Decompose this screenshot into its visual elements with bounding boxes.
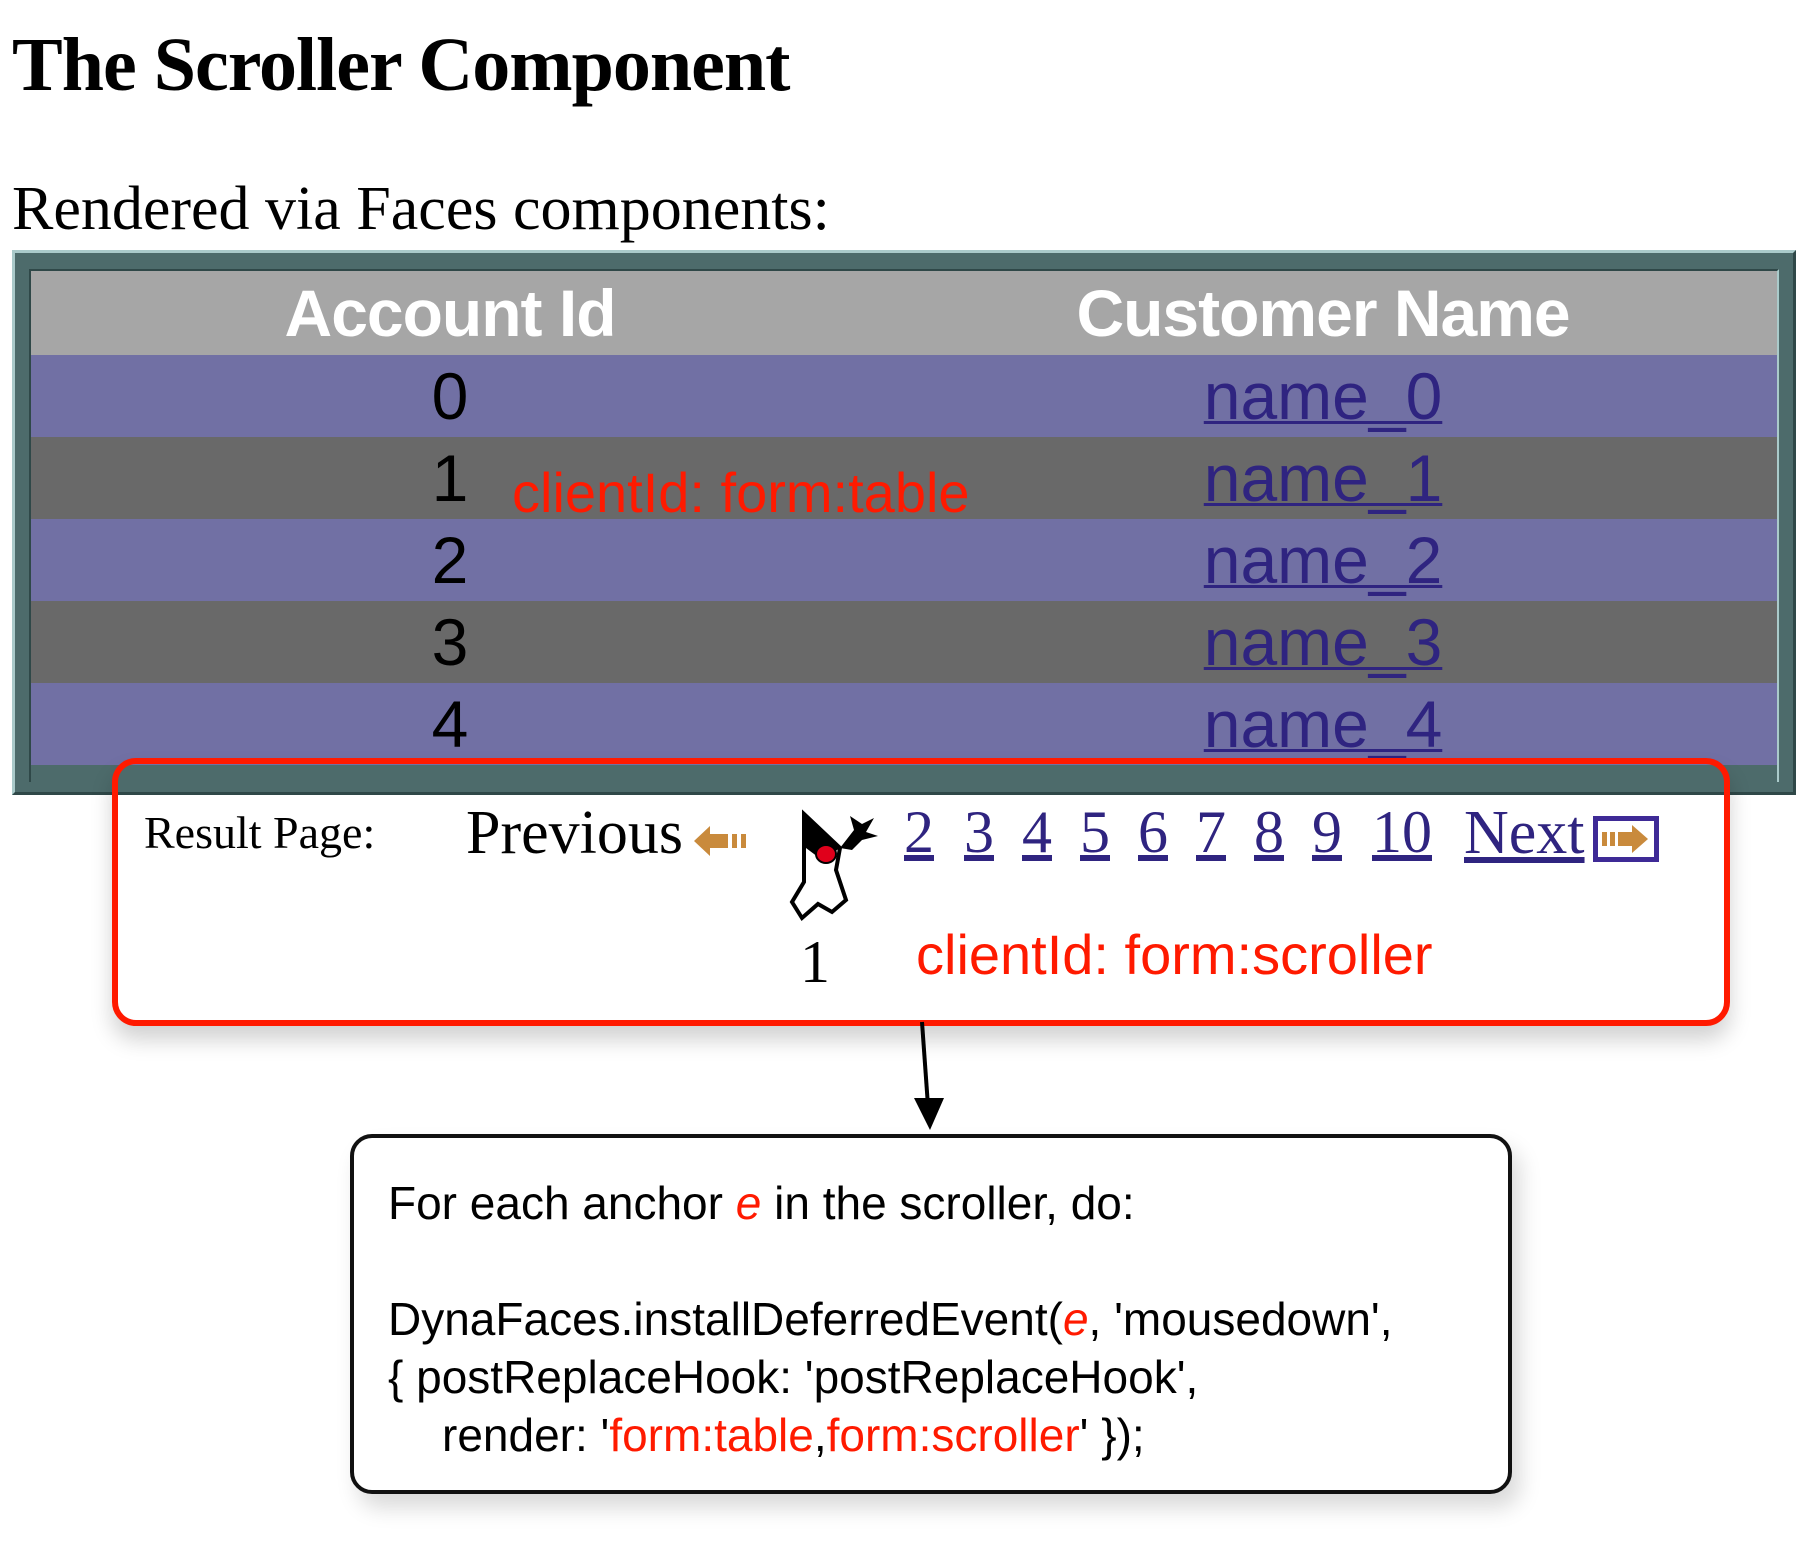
page-link-10[interactable]: 10 xyxy=(1372,798,1432,867)
customer-name-link[interactable]: name_2 xyxy=(1204,523,1443,597)
page-link-3[interactable]: 3 xyxy=(964,798,994,867)
table-row: 3 name_3 xyxy=(31,601,1777,683)
page-link-2[interactable]: 2 xyxy=(904,798,934,867)
customer-name-link[interactable]: name_3 xyxy=(1204,605,1443,679)
table-row: 4 name_4 xyxy=(31,683,1777,765)
code-line-1: For each anchor e in the scroller, do: xyxy=(388,1177,1135,1229)
customer-name-link[interactable]: name_1 xyxy=(1204,441,1443,515)
next-link[interactable]: Next xyxy=(1464,798,1585,869)
code-explanation-box: For each anchor e in the scroller, do: D… xyxy=(350,1134,1512,1494)
header-customer-name: Customer Name xyxy=(1076,276,1570,350)
data-table-body: Account Id Customer Name 0 name_0 1 name… xyxy=(29,269,1779,782)
customer-name-link[interactable]: name_4 xyxy=(1204,687,1443,761)
down-arrow-icon xyxy=(914,1021,944,1130)
customer-name-cell: name_2 xyxy=(869,522,1777,598)
result-page-label: Result Page: xyxy=(144,807,376,858)
current-page-number: 1 xyxy=(800,929,830,995)
page-link-4[interactable]: 4 xyxy=(1022,798,1052,867)
account-id-cell: 3 xyxy=(431,605,469,679)
previous-arrow-icon xyxy=(694,826,746,856)
account-id-cell: 4 xyxy=(431,687,469,761)
table-client-id-annotation: clientId: form:table xyxy=(512,461,970,524)
page-link-9[interactable]: 9 xyxy=(1312,798,1342,867)
page-link-8[interactable]: 8 xyxy=(1254,798,1284,867)
account-id-cell: 0 xyxy=(431,359,469,433)
code-line-3: { postReplaceHook: 'postReplaceHook', xyxy=(388,1351,1199,1403)
customer-name-cell: name_0 xyxy=(869,358,1777,434)
table-row: 2 name_2 xyxy=(31,519,1777,601)
table-row: 0 name_0 xyxy=(31,355,1777,437)
page-link-7[interactable]: 7 xyxy=(1196,798,1226,867)
page-subtitle: Rendered via Faces components: xyxy=(12,175,830,243)
customer-name-cell: name_4 xyxy=(869,686,1777,762)
customer-name-cell: name_1 xyxy=(869,440,1777,516)
customer-name-link[interactable]: name_0 xyxy=(1204,359,1443,433)
next-arrow-icon[interactable] xyxy=(1593,816,1659,862)
page-title: The Scroller Component xyxy=(12,23,790,107)
duke-mascot-icon xyxy=(789,809,878,922)
scroller-client-id-annotation: clientId: form:scroller xyxy=(916,923,1433,986)
header-account-id: Account Id xyxy=(284,276,617,350)
page-link-6[interactable]: 6 xyxy=(1138,798,1168,867)
customer-name-cell: name_3 xyxy=(869,604,1777,680)
code-line-2: DynaFaces.installDeferredEvent(e, 'mouse… xyxy=(388,1293,1393,1345)
previous-label: Previous xyxy=(466,799,683,867)
table-header-row: Account Id Customer Name xyxy=(31,271,1777,355)
code-line-4: render: 'form:table,form:scroller' }); xyxy=(442,1409,1145,1461)
account-id-cell: 2 xyxy=(431,523,469,597)
page-link-5[interactable]: 5 xyxy=(1080,798,1110,867)
